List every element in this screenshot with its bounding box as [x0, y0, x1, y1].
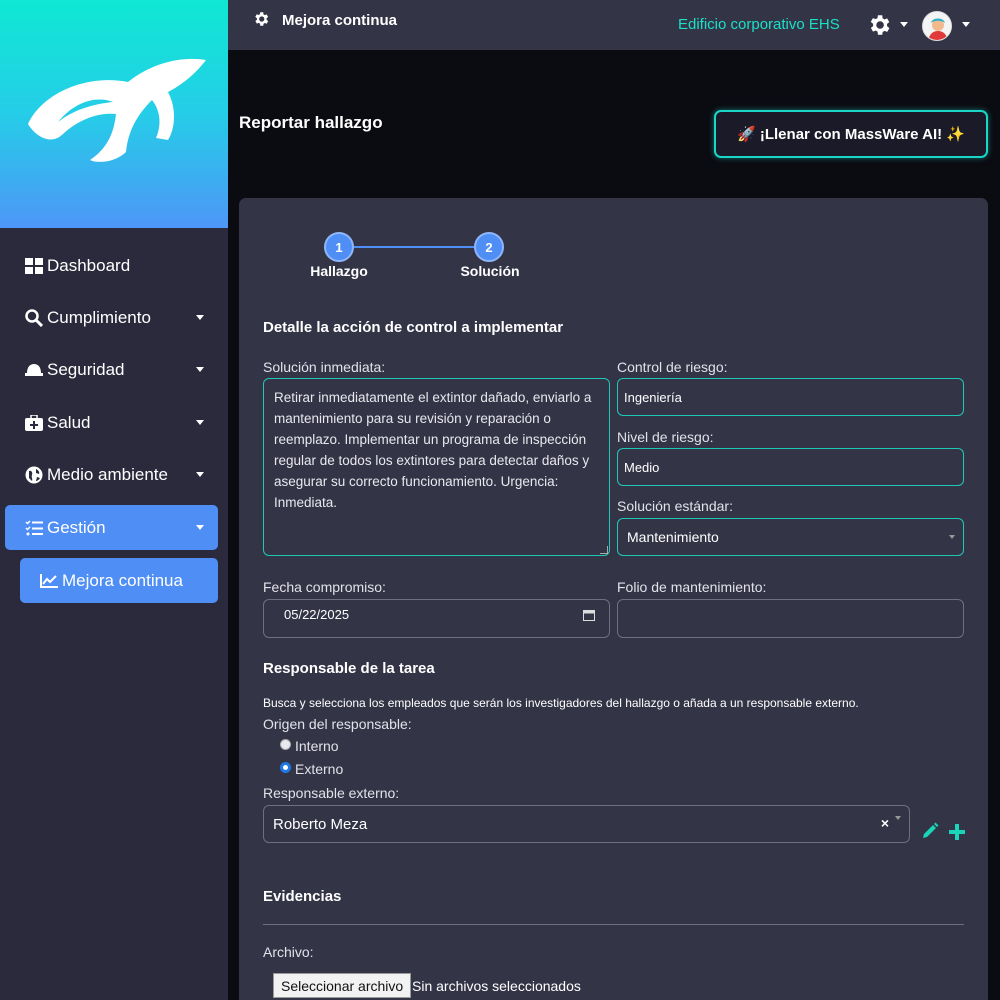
sidebar-item-label: Gestión: [47, 517, 106, 537]
step-1-label: Hallazgo: [310, 263, 368, 279]
sidebar-item-label: Dashboard: [47, 255, 131, 275]
control-riesgo-input[interactable]: Ingeniería: [617, 378, 964, 416]
sidebar-item-medio-ambiente[interactable]: Medio ambiente: [5, 452, 218, 497]
sidebar-item-cumplimiento[interactable]: Cumplimiento: [5, 295, 218, 340]
radio-externo[interactable]: [280, 762, 291, 773]
chevron-down-icon: [196, 472, 204, 477]
solucion-estandar-select[interactable]: Mantenimiento: [617, 518, 964, 556]
sidebar-item-gestion[interactable]: Gestión: [5, 505, 218, 550]
clear-icon[interactable]: ×: [881, 815, 889, 831]
archivo-label: Archivo:: [263, 944, 314, 960]
sidebar-item-label: Medio ambiente: [47, 464, 168, 484]
chevron-down-icon: [895, 816, 901, 820]
chart-line-icon: [38, 572, 60, 590]
step-2-circle[interactable]: 2: [474, 232, 504, 262]
grid-icon: [23, 257, 45, 275]
control-label: Control de riesgo:: [617, 359, 728, 375]
solucion-textarea[interactable]: Retirar inmediatamente el extintor dañad…: [263, 378, 610, 556]
control-value: Ingeniería: [624, 389, 682, 405]
sidebar-item-label: Mejora continua: [62, 570, 183, 590]
nivel-riesgo-input[interactable]: Medio: [617, 448, 964, 486]
sidebar-item-label: Salud: [47, 412, 91, 432]
responsable-description: Busca y selecciona los empleados que ser…: [263, 696, 859, 710]
sidebar-item-mejora-continua[interactable]: Mejora continua: [20, 558, 218, 603]
fecha-value: 05/22/2025: [284, 607, 350, 622]
chevron-down-icon: [196, 367, 204, 372]
radio-externo-label: Externo: [295, 761, 344, 777]
medkit-icon: [23, 414, 45, 432]
radio-interno[interactable]: [280, 739, 291, 750]
form-card: 1 Hallazgo 2 Solución Detalle la acción …: [239, 198, 988, 1000]
step-1-circle[interactable]: 1: [324, 232, 354, 262]
solucion-label: Solución inmediata:: [263, 359, 386, 375]
turtle-logo-icon: [28, 58, 206, 162]
edit-pencil-icon[interactable]: [921, 822, 939, 845]
chevron-down-icon: [196, 525, 204, 530]
sidebar-item-salud[interactable]: Salud: [5, 400, 218, 445]
chevron-down-icon: [196, 315, 204, 320]
hardhat-icon: [23, 361, 45, 379]
resize-grip-icon[interactable]: [600, 546, 608, 554]
origen-label: Origen del responsable:: [263, 716, 412, 732]
fecha-compromiso-input[interactable]: 05/22/2025: [263, 599, 610, 638]
radio-interno-label: Interno: [295, 738, 339, 754]
tasks-icon: [23, 519, 45, 537]
sidebar-item-label: Seguridad: [47, 359, 125, 379]
logo[interactable]: [0, 0, 228, 228]
responsable-title: Responsable de la tarea: [263, 660, 435, 677]
select-file-button[interactable]: Seleccionar archivo: [273, 973, 412, 998]
externo-label: Responsable externo:: [263, 785, 400, 801]
solucion-value: Retirar inmediatamente el extintor dañad…: [274, 390, 592, 510]
globe-icon: [23, 466, 45, 484]
chevron-down-icon[interactable]: [900, 22, 908, 27]
gear-icon: [252, 10, 270, 33]
sidebar: Dashboard Cumplimiento Seguridad Salud M…: [0, 0, 228, 1000]
building-selector[interactable]: Edificio corporativo EHS: [678, 16, 840, 33]
calendar-icon[interactable]: [583, 609, 595, 624]
step-2-label: Solución: [460, 263, 520, 279]
sidebar-item-label: Cumplimiento: [47, 307, 151, 327]
add-icon[interactable]: [949, 824, 965, 845]
sidebar-item-seguridad[interactable]: Seguridad: [5, 347, 218, 392]
folio-mantenimiento-input[interactable]: [617, 599, 964, 638]
nivel-label: Nivel de riesgo:: [617, 429, 714, 445]
responsable-externo-select[interactable]: Roberto Meza ×: [263, 805, 910, 843]
chevron-down-icon: [196, 420, 204, 425]
file-status: Sin archivos seleccionados: [412, 978, 581, 994]
page-title: Reportar hallazgo: [239, 113, 383, 132]
chevron-down-icon[interactable]: [962, 22, 970, 27]
page-section-title: Mejora continua: [282, 12, 398, 29]
externo-value: Roberto Meza: [273, 815, 368, 833]
fecha-label: Fecha compromiso:: [263, 579, 386, 595]
settings-gear-icon[interactable]: [866, 12, 892, 43]
folio-label: Folio de mantenimiento:: [617, 579, 767, 595]
section-title: Detalle la acción de control a implement…: [263, 319, 564, 336]
divider: [263, 924, 964, 925]
nivel-value: Medio: [624, 459, 660, 475]
search-icon: [23, 308, 45, 327]
chevron-down-icon: [949, 535, 955, 539]
ai-fill-button[interactable]: 🚀 ¡Llenar con MassWare AI! ✨: [714, 110, 988, 158]
avatar[interactable]: [922, 11, 952, 41]
estandar-label: Solución estándar:: [617, 498, 733, 514]
evidencias-title: Evidencias: [263, 888, 342, 905]
estandar-value: Mantenimiento: [627, 529, 719, 545]
stepper-line: [339, 246, 489, 248]
topbar: Mejora continua Edificio corporativo EHS: [228, 0, 1000, 50]
sidebar-item-dashboard[interactable]: Dashboard: [5, 243, 218, 288]
